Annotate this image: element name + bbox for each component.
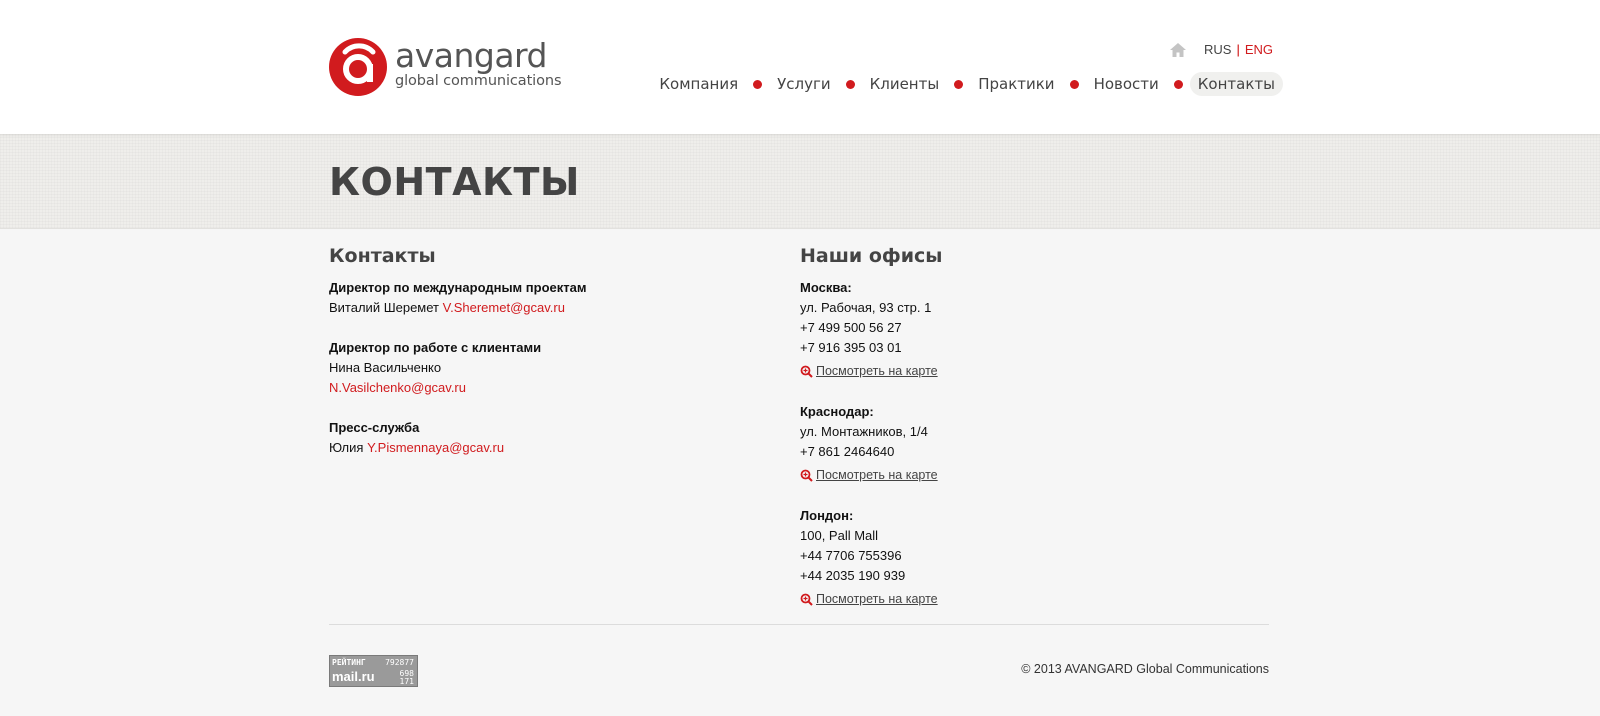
- office-krasnodar: Краснодар: ул. Монтажников, 1/4 +7 861 2…: [800, 402, 1240, 485]
- office-phone: +7 499 500 56 27: [800, 320, 902, 335]
- avangard-logo-icon: [329, 38, 387, 96]
- office-address: ул. Монтажников, 1/4: [800, 424, 928, 439]
- counter-label: РЕЙТИНГ: [332, 658, 366, 667]
- contacts-title: Контакты: [329, 245, 436, 267]
- nav-item-services[interactable]: Услуги: [769, 72, 838, 96]
- contact-role: Директор по работе с клиентами: [329, 340, 542, 355]
- view-map-label: Посмотреть на карте: [816, 468, 938, 482]
- counter-brand: mail.ru: [332, 669, 375, 684]
- mailru-rating-counter[interactable]: РЕЙТИНГ 792877 mail.ru 698 171: [329, 655, 418, 687]
- contact-name: Нина Васильченко: [329, 360, 442, 375]
- view-map-link[interactable]: Посмотреть на карте: [800, 361, 1240, 381]
- nav-item-news[interactable]: Новости: [1086, 72, 1167, 96]
- contact-block: Директор по международным проектам Витал…: [329, 278, 769, 318]
- contact-role: Пресс-служба: [329, 420, 420, 435]
- home-icon[interactable]: [1170, 42, 1186, 57]
- lang-separator: |: [1236, 42, 1240, 57]
- office-moscow: Москва: ул. Рабочая, 93 стр. 1 +7 499 50…: [800, 278, 1240, 381]
- language-switcher: RUS | ENG: [1170, 42, 1273, 57]
- office-city: Краснодар:: [800, 404, 874, 419]
- view-map-link[interactable]: Посмотреть на карте: [800, 465, 1240, 485]
- office-address: ул. Рабочая, 93 стр. 1: [800, 300, 932, 315]
- logo-tagline: global communications: [395, 73, 562, 90]
- main-nav: Компания Услуги Клиенты Практики Новости…: [651, 72, 1283, 96]
- lang-rus-link[interactable]: RUS: [1204, 42, 1231, 57]
- counter-value: 792877: [385, 658, 414, 667]
- nav-item-company[interactable]: Компания: [651, 72, 746, 96]
- contact-email-link[interactable]: V.Sheremet@gcav.ru: [443, 300, 565, 315]
- offices-column: Наши офисы Москва: ул. Рабочая, 93 стр. …: [800, 244, 1240, 630]
- page-title: КОНТАКТЫ: [329, 160, 580, 204]
- nav-separator-dot: [753, 79, 763, 89]
- magnifier-icon: [800, 365, 813, 378]
- counter-value: 171: [399, 677, 414, 686]
- office-phone: +7 916 395 03 01: [800, 340, 902, 355]
- logo[interactable]: avangard global communications: [329, 36, 562, 96]
- magnifier-icon: [800, 593, 813, 606]
- view-map-label: Посмотреть на карте: [816, 592, 938, 606]
- office-city: Лондон:: [800, 508, 854, 523]
- page-banner: КОНТАКТЫ: [0, 134, 1600, 229]
- copyright: © 2013 AVANGARD Global Communications: [1021, 662, 1269, 676]
- nav-item-practices[interactable]: Практики: [970, 72, 1062, 96]
- contact-block: Пресс-служба Юлия Y.Pismennaya@gcav.ru: [329, 418, 769, 458]
- nav-separator-dot: [1173, 79, 1183, 89]
- contact-name: Виталий Шеремет: [329, 300, 439, 315]
- site-header: avangard global communications RUS | ENG…: [0, 0, 1600, 134]
- nav-item-clients[interactable]: Клиенты: [862, 72, 948, 96]
- contacts-column: Контакты Директор по международным проек…: [329, 244, 769, 478]
- nav-separator-dot: [1069, 79, 1079, 89]
- office-london: Лондон: 100, Pall Mall +44 7706 755396 +…: [800, 506, 1240, 609]
- contact-email-link[interactable]: Y.Pismennaya@gcav.ru: [367, 440, 504, 455]
- contact-block: Директор по работе с клиентами Нина Васи…: [329, 338, 769, 398]
- contact-name: Юлия: [329, 440, 364, 455]
- nav-separator-dot: [845, 79, 855, 89]
- offices-title: Наши офисы: [800, 245, 943, 267]
- office-phone: +44 7706 755396: [800, 548, 902, 563]
- contact-email-link[interactable]: N.Vasilchenko@gcav.ru: [329, 380, 466, 395]
- office-phone: +7 861 2464640: [800, 444, 895, 459]
- contact-role: Директор по международным проектам: [329, 280, 587, 295]
- office-city: Москва:: [800, 280, 852, 295]
- footer-divider: [329, 624, 1269, 625]
- view-map-link[interactable]: Посмотреть на карте: [800, 589, 1240, 609]
- office-address: 100, Pall Mall: [800, 528, 879, 543]
- lang-eng-link[interactable]: ENG: [1245, 42, 1273, 57]
- office-phone: +44 2035 190 939: [800, 568, 906, 583]
- view-map-label: Посмотреть на карте: [816, 364, 938, 378]
- nav-separator-dot: [954, 79, 964, 89]
- magnifier-icon: [800, 469, 813, 482]
- nav-item-contacts[interactable]: Контакты: [1189, 72, 1283, 96]
- logo-name: avangard: [395, 36, 548, 76]
